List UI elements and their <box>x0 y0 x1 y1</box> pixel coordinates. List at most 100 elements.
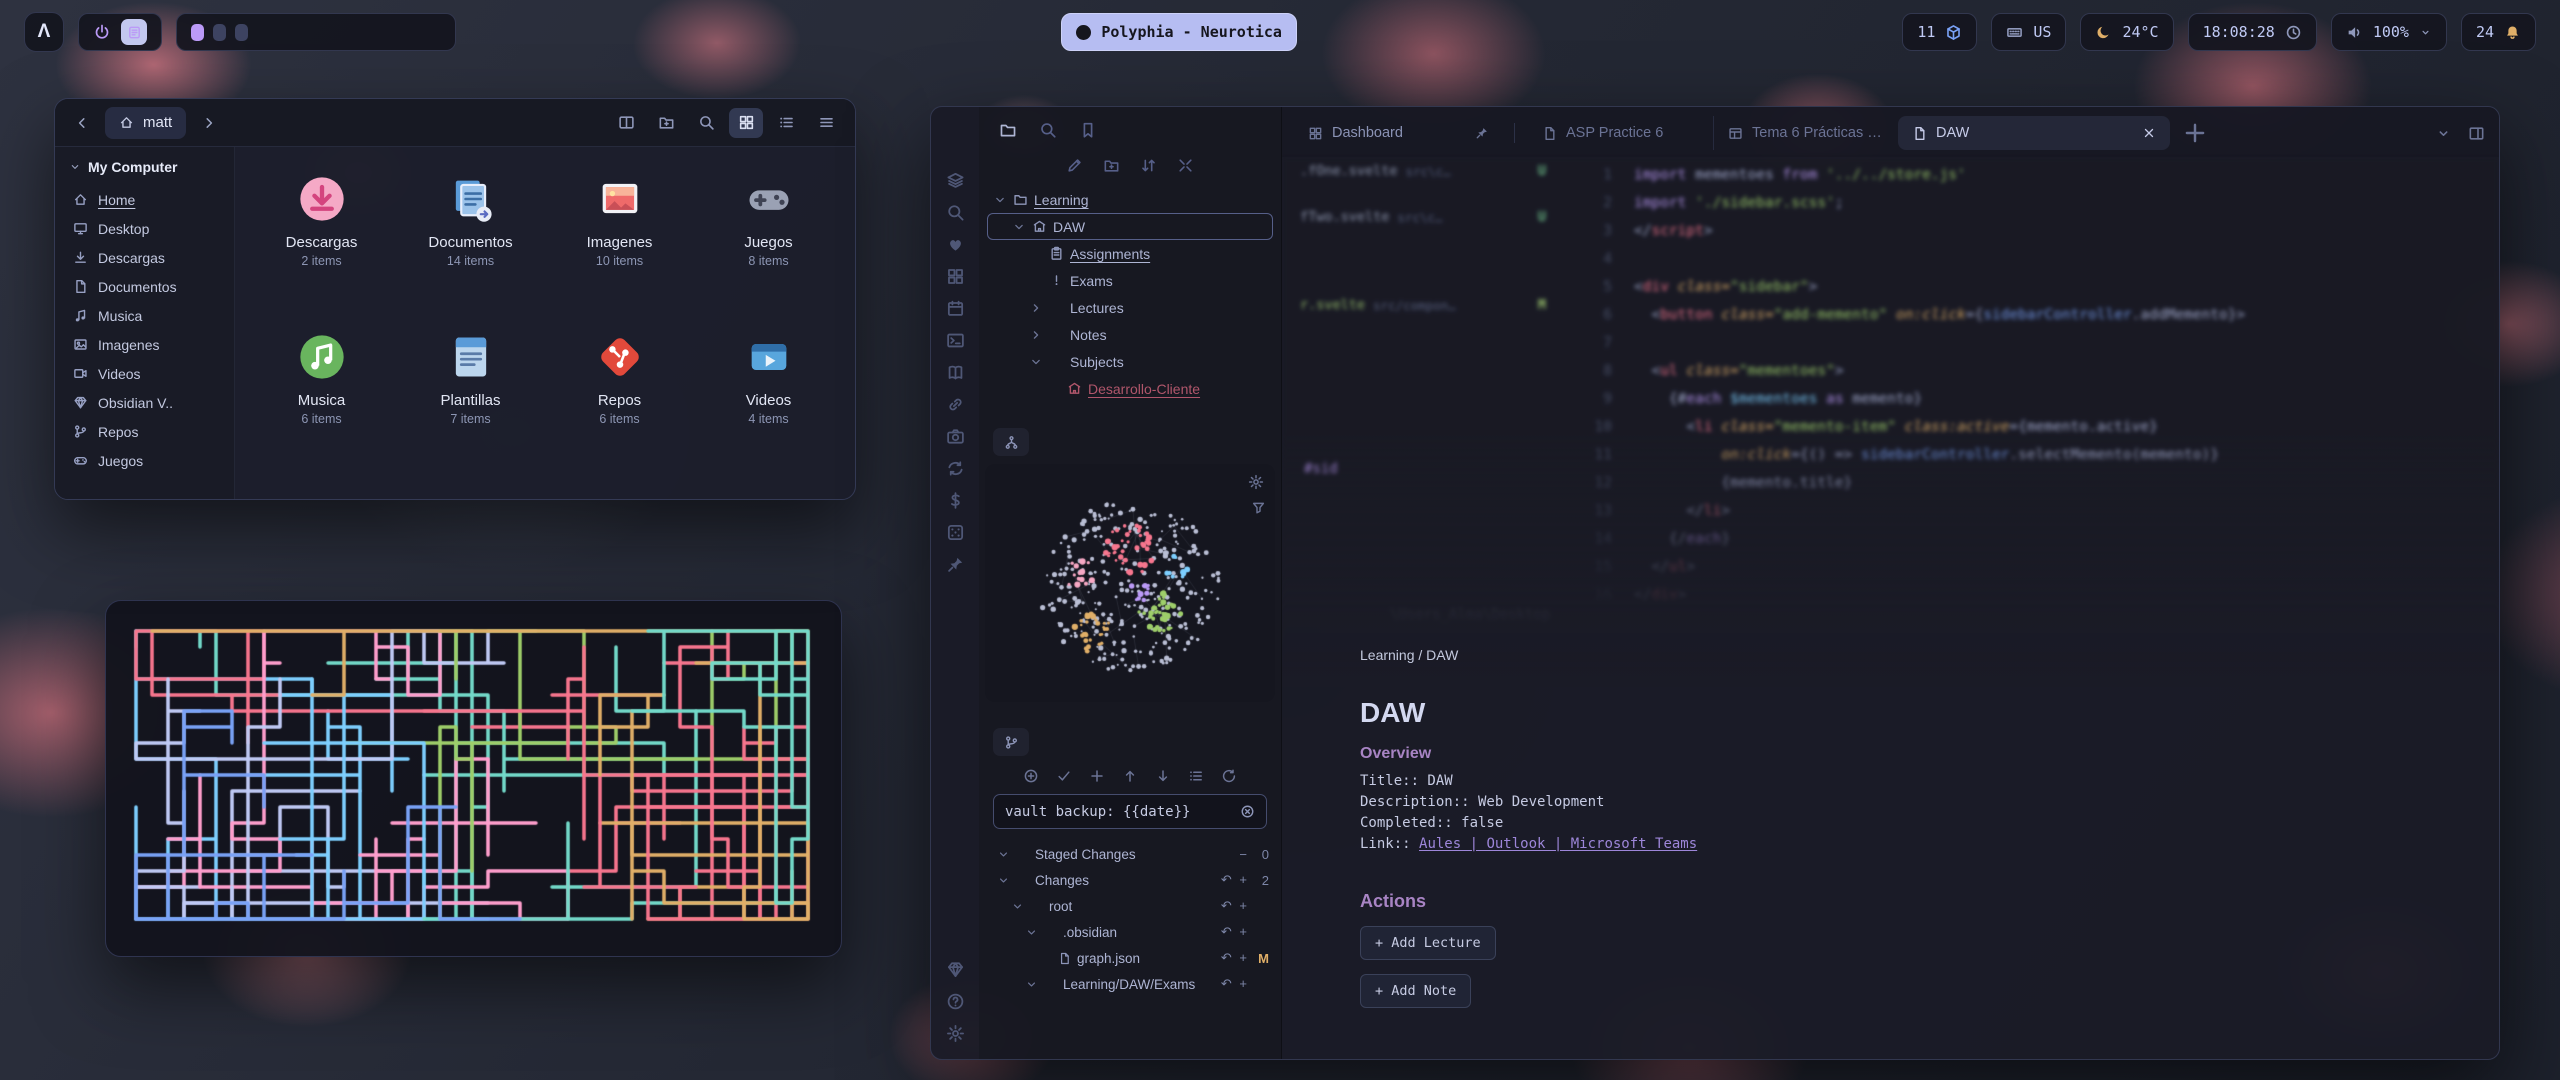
folder-item[interactable]: Repos 6 items <box>545 319 694 477</box>
folder-item[interactable]: Plantillas 7 items <box>396 319 545 477</box>
ribbon-icon[interactable] <box>946 203 965 222</box>
sidebar-tab[interactable] <box>1039 121 1057 139</box>
ribbon-icon[interactable] <box>946 395 965 414</box>
ribbon-icon[interactable] <box>946 235 965 254</box>
volume-widget[interactable]: 100% <box>2331 13 2447 51</box>
note-links[interactable]: Aules | Outlook | Microsoft Teams <box>1419 836 1697 852</box>
git-tool[interactable] <box>1221 768 1237 784</box>
explorer-item[interactable]: Exams <box>987 267 1273 294</box>
workspace-indicator[interactable] <box>191 24 204 41</box>
ribbon-icon[interactable] <box>946 363 965 382</box>
breadcrumb[interactable]: matt <box>105 107 186 139</box>
sidebar-item[interactable]: Descargas <box>55 243 234 272</box>
explorer-item[interactable]: Subjects <box>987 348 1273 375</box>
folder-item[interactable]: Descargas 2 items <box>247 161 396 319</box>
folder-item[interactable]: Documentos 14 items <box>396 161 545 319</box>
git-tool[interactable] <box>1122 768 1138 784</box>
action-button[interactable]: + Add Lecture <box>1360 926 1496 960</box>
git-tool[interactable] <box>1023 768 1039 784</box>
folder-item[interactable]: Musica 6 items <box>247 319 396 477</box>
ribbon-icon[interactable] <box>946 459 965 478</box>
explorer-tool[interactable] <box>1177 157 1194 174</box>
power-icon[interactable] <box>93 23 111 41</box>
git-item[interactable]: root ↶ + <box>991 893 1269 919</box>
media-player-widget[interactable]: Polyphia - Neurotica <box>1061 13 1297 51</box>
toolbar-button[interactable] <box>689 108 723 138</box>
workspace-indicator[interactable] <box>235 24 248 41</box>
graph-view[interactable] <box>985 464 1275 702</box>
note-breadcrumb[interactable]: Learning / DAW <box>1360 647 2180 663</box>
sidebar-item[interactable]: Repos <box>55 417 234 446</box>
back-button[interactable] <box>67 108 97 138</box>
explorer-item[interactable]: Learning <box>987 186 1273 213</box>
launcher-button[interactable]: Λ <box>24 12 64 52</box>
sidebar-item[interactable]: Juegos <box>55 446 234 475</box>
folder-item[interactable]: Juegos 8 items <box>694 161 843 319</box>
sidebar-item[interactable]: Obsidian V.. <box>55 388 234 417</box>
editor-tab[interactable]: DAW <box>1898 116 2170 150</box>
git-tool[interactable] <box>1188 768 1204 784</box>
git-item[interactable]: graph.json ↶ + M <box>991 945 1269 971</box>
ribbon-icon[interactable] <box>946 992 965 1011</box>
git-tool[interactable] <box>1056 768 1072 784</box>
ribbon-icon[interactable] <box>946 171 965 190</box>
forward-button[interactable] <box>194 108 224 138</box>
git-item[interactable]: .obsidian ↶ + <box>991 919 1269 945</box>
workspaces-widget[interactable] <box>176 13 456 51</box>
editor-tab[interactable]: ASP Practice 6 <box>1528 116 1713 150</box>
sidebar-item[interactable]: Videos <box>55 359 234 388</box>
explorer-item[interactable]: DAW <box>987 213 1273 240</box>
git-tool[interactable] <box>1089 768 1105 784</box>
clock-widget[interactable]: 18:08:28 <box>2188 13 2317 51</box>
commit-message-input[interactable]: vault backup: {{date}} <box>993 794 1267 829</box>
explorer-item[interactable]: Assignments <box>987 240 1273 267</box>
keyboard-layout-widget[interactable]: US <box>1991 13 2066 51</box>
workspace-indicator[interactable] <box>213 24 226 41</box>
action-button[interactable]: + Add Note <box>1360 974 1471 1008</box>
graph-pane-tab[interactable] <box>993 428 1029 456</box>
editor-tab[interactable]: Tema 6 Prácticas -… <box>1713 116 1898 150</box>
new-tab-button[interactable] <box>2182 120 2208 146</box>
sidebar-tab[interactable] <box>999 121 1017 139</box>
toolbar-button[interactable] <box>729 108 763 138</box>
ribbon-icon[interactable] <box>946 267 965 286</box>
ribbon-icon[interactable] <box>946 427 965 446</box>
sidebar-tab[interactable] <box>1079 121 1097 139</box>
notifications-widget[interactable]: 24 <box>2461 13 2536 51</box>
weather-widget[interactable]: 24°C <box>2080 13 2173 51</box>
graph-settings-icon[interactable] <box>1248 474 1264 490</box>
pipes-terminal-window[interactable] <box>105 600 842 957</box>
ribbon-icon[interactable] <box>946 1024 965 1043</box>
folder-item[interactable]: Videos 4 items <box>694 319 843 477</box>
git-item[interactable]: Changes ↶ + 2 <box>991 867 1269 893</box>
sidebar-header[interactable]: My Computer <box>55 157 234 185</box>
git-pane-tab[interactable] <box>993 728 1029 756</box>
notes-button[interactable] <box>121 19 147 45</box>
ribbon-icon[interactable] <box>946 960 965 979</box>
explorer-item[interactable]: Lectures <box>987 294 1273 321</box>
close-tab-icon[interactable] <box>2142 126 2156 140</box>
git-item[interactable]: Learning/DAW/Exams ↶ + <box>991 971 1269 997</box>
pinned-tab-dashboard[interactable]: Dashboard <box>1296 116 1501 150</box>
ribbon-icon[interactable] <box>946 299 965 318</box>
sidebar-item[interactable]: Musica <box>55 301 234 330</box>
git-item[interactable]: Staged Changes − 0 <box>991 841 1269 867</box>
graph-filter-icon[interactable] <box>1251 500 1266 515</box>
toolbar-button[interactable] <box>609 108 643 138</box>
explorer-item[interactable]: Notes <box>987 321 1273 348</box>
ribbon-icon[interactable] <box>946 331 965 350</box>
ribbon-icon[interactable] <box>946 555 965 574</box>
sidebar-item[interactable]: Imagenes <box>55 330 234 359</box>
git-tool[interactable] <box>1155 768 1171 784</box>
ribbon-icon[interactable] <box>946 523 965 542</box>
split-layout-icon[interactable] <box>2468 125 2485 142</box>
explorer-item[interactable]: Desarrollo-Cliente <box>987 375 1273 402</box>
sidebar-item[interactable]: Desktop <box>55 214 234 243</box>
ribbon-icon[interactable] <box>946 491 965 510</box>
clear-message-icon[interactable] <box>1240 804 1255 819</box>
sidebar-item[interactable]: Home <box>55 185 234 214</box>
sidebar-item[interactable]: Documentos <box>55 272 234 301</box>
toolbar-button[interactable] <box>649 108 683 138</box>
updates-widget[interactable]: 11 <box>1902 13 1977 51</box>
explorer-tool[interactable] <box>1140 157 1157 174</box>
